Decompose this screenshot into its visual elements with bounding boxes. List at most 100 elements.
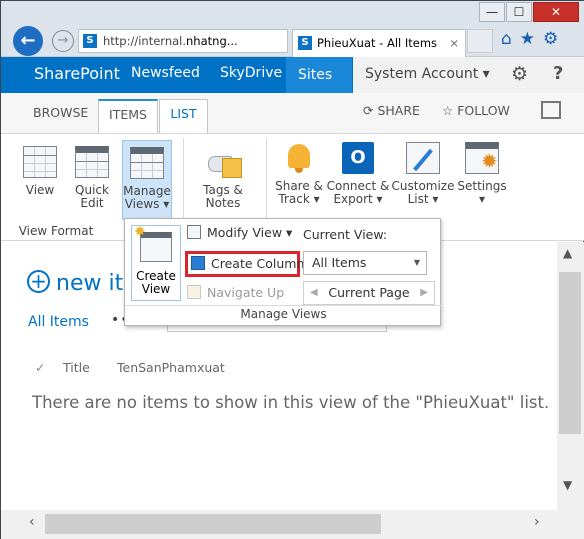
help-icon[interactable]: ?: [553, 63, 563, 84]
chevron-down-icon: ▼: [413, 258, 420, 267]
customize-list-button[interactable]: Customize List ▾: [391, 142, 455, 206]
create-view-label-2: View: [141, 282, 171, 296]
connect-export-button[interactable]: O Connect & Export ▾: [326, 142, 390, 206]
create-view-button[interactable]: ✸ Create View: [131, 225, 181, 301]
forward-arrow-icon[interactable]: →: [52, 30, 74, 52]
back-arrow-icon[interactable]: ←: [13, 26, 43, 56]
modify-view-icon: [187, 225, 201, 239]
current-page-control[interactable]: ◀ Current Page ▶: [303, 281, 435, 305]
vertical-scrollbar[interactable]: ▲ ▼: [557, 242, 584, 510]
suite-bar: SharePoint Newsfeed SkyDrive Sites Syste…: [1, 57, 584, 93]
select-all-check-icon[interactable]: ✓: [35, 360, 45, 375]
brand-sharepoint[interactable]: SharePoint: [34, 64, 120, 83]
settings-label-1: Settings: [457, 179, 507, 193]
tags-notes-label-1: Tags &: [203, 183, 243, 197]
link-newsfeed[interactable]: Newsfeed: [131, 65, 200, 81]
new-tab-button[interactable]: [467, 29, 493, 53]
tab-items[interactable]: ITEMS: [98, 99, 158, 133]
list-settings-icon: [465, 142, 499, 174]
account-area: System Account ▾ ⚙ ?: [353, 57, 584, 93]
create-view-label-1: Create: [136, 269, 176, 283]
connect-export-label-1: Connect &: [326, 179, 390, 193]
scroll-up-icon[interactable]: ▲: [563, 246, 572, 260]
view-button[interactable]: View: [19, 146, 61, 197]
address-host: nhatng...: [186, 34, 238, 48]
new-star-icon: ✸: [134, 224, 146, 240]
current-view-value: All Items: [312, 255, 367, 270]
column-header-tensanphamxuat[interactable]: TenSanPhamxuat: [117, 360, 225, 375]
share-label: SHARE: [377, 103, 420, 118]
plus-circle-icon: +: [27, 270, 50, 293]
scroll-right-icon[interactable]: ›: [534, 514, 540, 530]
sharepoint-favicon-icon: S: [298, 36, 312, 50]
view-all-items[interactable]: All Items: [28, 314, 89, 330]
customize-list-label-2: List ▾: [407, 192, 439, 206]
sharepoint-favicon-icon: S: [83, 34, 97, 48]
customize-list-label-1: Customize: [391, 179, 455, 193]
tab-close-icon[interactable]: ×: [449, 30, 459, 56]
focus-on-content-icon[interactable]: [541, 101, 561, 119]
ribbon-tabs: BROWSE ITEMS LIST ⟳ SHARE ☆ FOLLOW: [1, 93, 584, 133]
minimize-button[interactable]: —: [479, 2, 505, 22]
modify-view-button[interactable]: Modify View ▾: [187, 225, 292, 240]
view-label: View: [25, 183, 55, 197]
group-label-view-format: View Format: [18, 224, 94, 238]
current-page-label: Current Page: [328, 285, 410, 300]
settings-label-2: ▾: [478, 192, 486, 206]
manage-views-label-1: Manage: [123, 184, 171, 198]
close-button[interactable]: ✕: [533, 2, 579, 22]
outlook-icon: O: [342, 142, 374, 174]
bell-icon: [284, 142, 314, 174]
page-next-icon[interactable]: ▶: [420, 282, 428, 304]
browser-tab[interactable]: S PhieuXuat - All Items ×: [292, 29, 466, 57]
maximize-button[interactable]: ☐: [506, 2, 532, 22]
quick-edit-button[interactable]: Quick Edit: [71, 146, 113, 210]
create-column-icon: [191, 256, 205, 270]
customize-list-icon: [406, 142, 440, 174]
follow-button[interactable]: ☆ FOLLOW: [442, 103, 510, 118]
tag-icon: [206, 148, 242, 178]
navigate-up-button[interactable]: Navigate Up: [187, 285, 284, 300]
browser-window: — ☐ ✕ ← → S http://internal.nhatng... ⌕ …: [0, 0, 584, 539]
tags-notes-label-2: Notes: [205, 196, 241, 210]
create-column-button[interactable]: Create Column: [185, 251, 304, 277]
link-sites[interactable]: Sites: [286, 57, 352, 93]
share-icon: ⟳: [363, 103, 378, 118]
tab-list[interactable]: LIST: [159, 99, 208, 133]
current-view-select[interactable]: All Items ▼: [303, 251, 427, 275]
menu-divider: [125, 305, 442, 306]
tags-notes-button[interactable]: Tags & Notes: [197, 148, 249, 210]
current-view-label: Current View:: [303, 227, 388, 242]
column-header-title[interactable]: Title: [63, 360, 90, 375]
account-menu[interactable]: System Account ▾: [365, 66, 490, 82]
page-prev-icon[interactable]: ◀: [310, 282, 318, 304]
horizontal-scrollbar[interactable]: ‹ ›: [1, 510, 584, 539]
empty-list-message: There are no items to show in this view …: [32, 393, 550, 412]
share-track-label-2: Track ▾: [278, 192, 320, 206]
star-icon: ☆: [442, 103, 458, 118]
share-track-button[interactable]: Share & Track ▾: [273, 142, 325, 206]
gear-icon[interactable]: ⚙: [511, 63, 528, 85]
navigate-up-icon: [187, 285, 201, 299]
follow-label: FOLLOW: [457, 103, 510, 118]
manage-views-menu: ✸ Create View Modify View ▾ Create Colum…: [124, 218, 442, 326]
group-label-manage-views: Manage Views: [240, 307, 327, 321]
new-item-link[interactable]: + new ite: [27, 270, 137, 296]
link-skydrive[interactable]: SkyDrive: [220, 65, 282, 81]
navigate-up-label: Navigate Up: [207, 285, 285, 300]
settings-button[interactable]: Settings ▾: [457, 142, 507, 206]
scroll-left-icon[interactable]: ‹: [29, 514, 35, 530]
manage-views-button[interactable]: Manage Views ▾: [122, 140, 172, 220]
vertical-scroll-thumb[interactable]: [559, 272, 581, 434]
create-column-label: Create Column: [211, 256, 305, 271]
home-favorites-tools-icons[interactable]: ⌂★⚙: [501, 29, 566, 49]
share-track-label-1: Share &: [275, 179, 323, 193]
scroll-down-icon[interactable]: ▼: [563, 478, 572, 492]
tab-title: PhieuXuat - All Items: [317, 36, 438, 50]
tab-browse[interactable]: BROWSE: [33, 105, 88, 120]
horizontal-scroll-thumb[interactable]: [45, 514, 381, 534]
share-button[interactable]: ⟳ SHARE: [363, 103, 420, 118]
quick-edit-grid-icon: [75, 146, 109, 178]
address-bar[interactable]: S http://internal.nhatng... ⌕ ▾ ↻: [78, 29, 288, 53]
quick-edit-label-1: Quick: [75, 183, 109, 197]
